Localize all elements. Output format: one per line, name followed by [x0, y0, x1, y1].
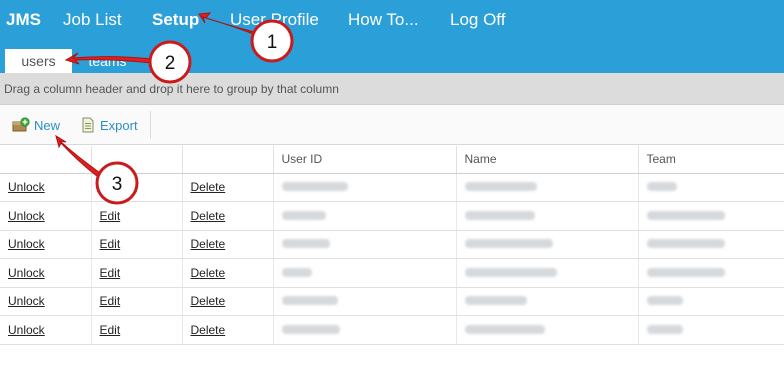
grid-header-row: User ID Name Team — [0, 146, 784, 174]
table-row: Unlock Edit Delete — [0, 201, 784, 231]
group-by-area[interactable]: Drag a column header and drop it here to… — [0, 73, 784, 105]
group-by-hint: Drag a column header and drop it here to… — [4, 82, 339, 96]
column-header-edit[interactable] — [91, 146, 183, 174]
redacted-name — [464, 296, 527, 306]
edit-link[interactable]: Edit — [100, 323, 121, 337]
nav-log-off[interactable]: Log Off — [450, 10, 505, 30]
export-document-icon — [82, 117, 94, 133]
export-button-label: Export — [100, 117, 138, 133]
top-nav-bar: JMS Job List Setup User Profile How To..… — [0, 0, 784, 73]
table-row: Unlock Edit Delete — [0, 258, 784, 288]
redacted-team — [646, 267, 725, 277]
delete-link[interactable]: Delete — [191, 180, 226, 194]
redacted-name — [464, 267, 557, 277]
tab-users[interactable]: users — [5, 49, 72, 73]
redacted-team — [646, 239, 725, 249]
delete-link[interactable]: Delete — [191, 209, 226, 223]
edit-link[interactable]: Edit — [100, 209, 121, 223]
unlock-link[interactable]: Unlock — [8, 180, 45, 194]
grid-toolbar: New Export — [0, 105, 784, 145]
redacted-team — [646, 296, 683, 306]
unlock-link[interactable]: Unlock — [8, 237, 45, 251]
users-grid: User ID Name Team Unlock Delete Unlock E… — [0, 146, 784, 345]
redacted-team — [646, 324, 683, 334]
add-new-icon — [12, 117, 30, 132]
unlock-link[interactable]: Unlock — [8, 209, 45, 223]
nav-how-to[interactable]: How To... — [348, 10, 419, 30]
table-row: Unlock Edit Delete — [0, 315, 784, 345]
redacted-user-id — [281, 210, 326, 220]
redacted-name — [464, 182, 537, 192]
column-header-user-id[interactable]: User ID — [273, 146, 457, 174]
new-button-label: New — [34, 117, 61, 133]
column-header-name[interactable]: Name — [456, 146, 639, 174]
unlock-link[interactable]: Unlock — [8, 294, 45, 308]
column-header-delete[interactable] — [182, 146, 274, 174]
redacted-name — [464, 324, 545, 334]
delete-link[interactable]: Delete — [191, 323, 226, 337]
redacted-user-id — [281, 239, 330, 249]
table-row: Unlock Delete — [0, 173, 784, 202]
redacted-team — [646, 210, 725, 220]
nav-job-list[interactable]: Job List — [63, 10, 122, 30]
delete-link[interactable]: Delete — [191, 266, 226, 280]
edit-link[interactable]: Edit — [100, 294, 121, 308]
toolbar-separator — [150, 111, 151, 139]
new-button[interactable]: New — [12, 117, 60, 133]
delete-link[interactable]: Delete — [191, 237, 226, 251]
redacted-user-id — [281, 324, 340, 334]
table-row: Unlock Edit Delete — [0, 230, 784, 259]
unlock-link[interactable]: Unlock — [8, 266, 45, 280]
nav-user-profile[interactable]: User Profile — [230, 10, 319, 30]
redacted-team — [646, 182, 677, 192]
app-brand[interactable]: JMS — [6, 10, 41, 30]
export-button[interactable]: Export — [80, 117, 138, 133]
column-header-unlock[interactable] — [0, 146, 92, 174]
redacted-user-id — [281, 267, 312, 277]
delete-link[interactable]: Delete — [191, 294, 226, 308]
redacted-name — [464, 210, 535, 220]
edit-link[interactable]: Edit — [100, 266, 121, 280]
table-row: Unlock Edit Delete — [0, 287, 784, 316]
edit-link[interactable]: Edit — [100, 237, 121, 251]
unlock-link[interactable]: Unlock — [8, 323, 45, 337]
tab-teams[interactable]: teams — [80, 49, 135, 73]
redacted-user-id — [281, 182, 348, 192]
redacted-name — [464, 239, 553, 249]
nav-setup[interactable]: Setup — [152, 10, 199, 30]
redacted-user-id — [281, 296, 338, 306]
column-header-team[interactable]: Team — [638, 146, 784, 174]
